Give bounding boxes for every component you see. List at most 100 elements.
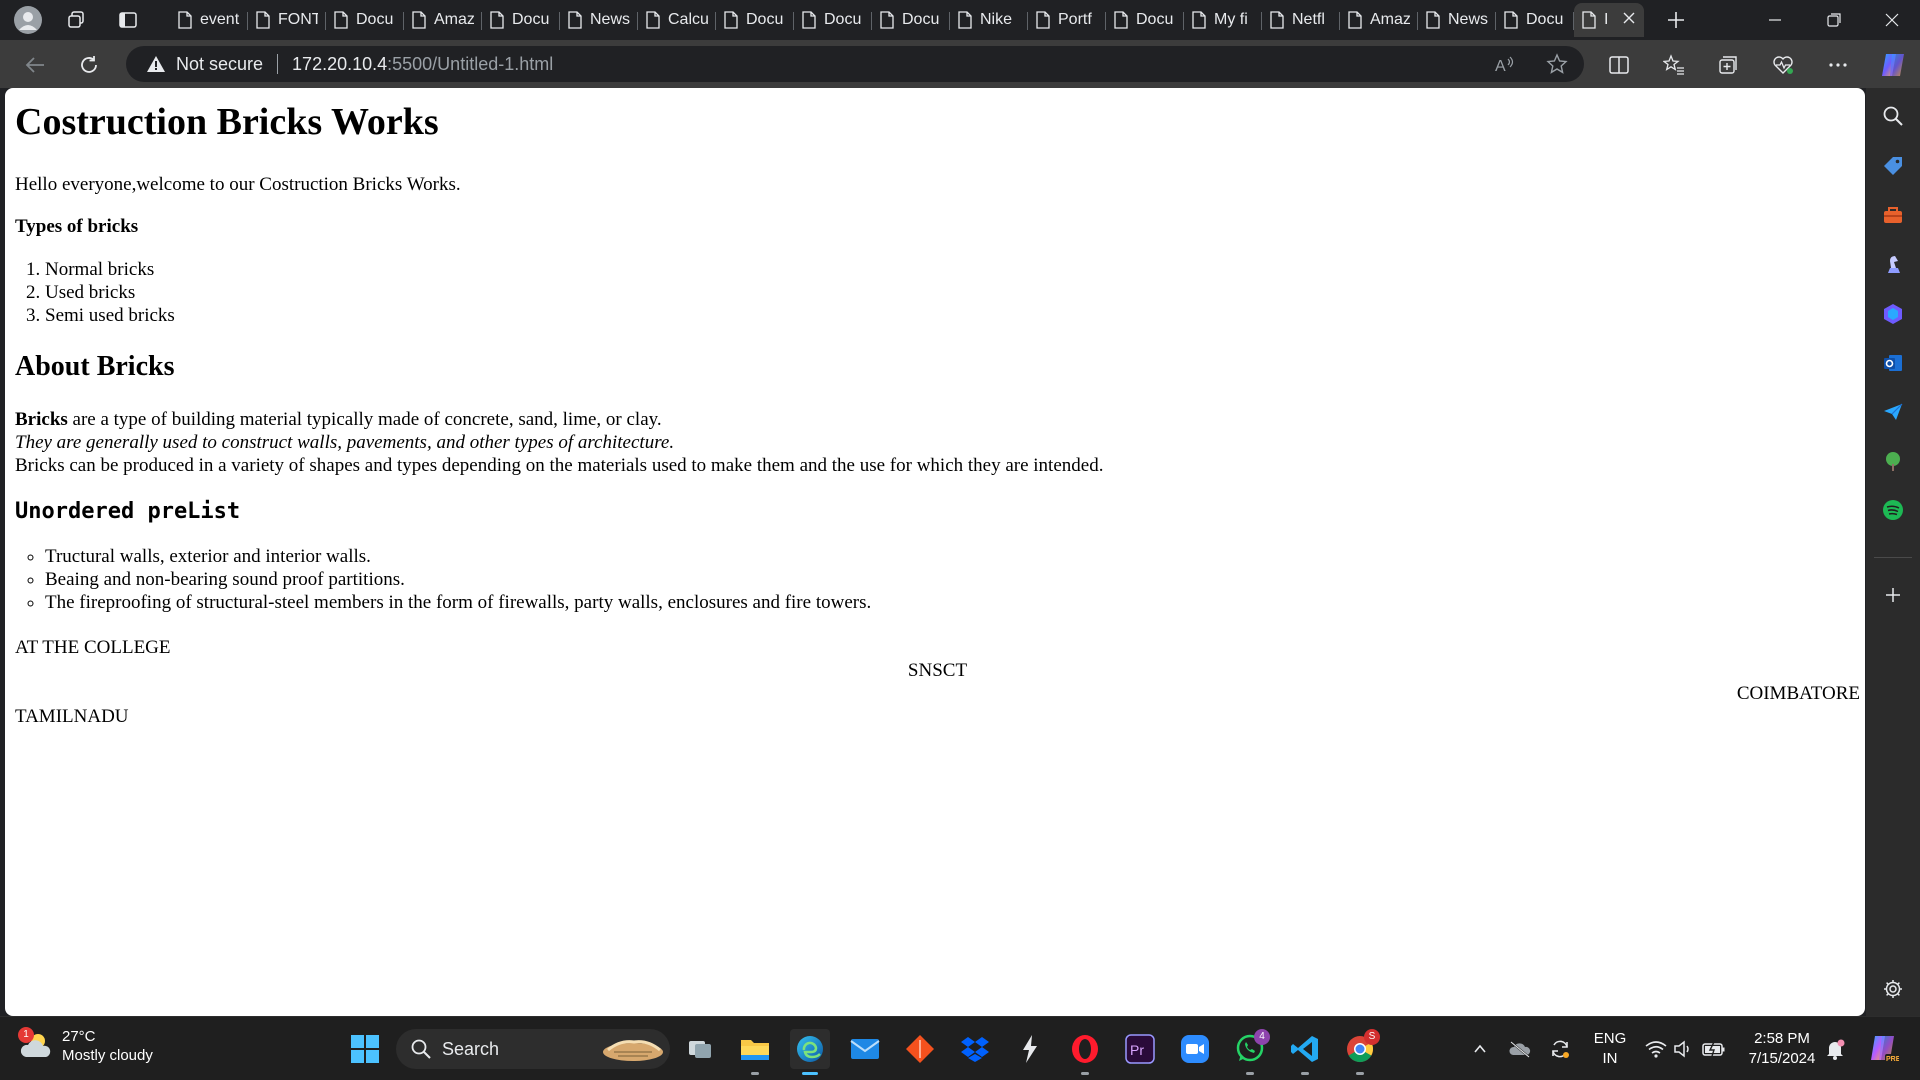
start-button[interactable]	[345, 1029, 385, 1069]
back-button[interactable]	[18, 48, 52, 82]
premiere-button[interactable]: Pr	[1120, 1029, 1160, 1069]
tab-1[interactable]: FONT	[248, 3, 326, 37]
onedrive-button[interactable]	[1508, 1037, 1532, 1061]
show-hidden-icons-button[interactable]	[1468, 1037, 1492, 1061]
read-aloud-button[interactable]: A	[1494, 53, 1516, 79]
copilot-taskbar-button[interactable]: PRE	[1866, 1031, 1900, 1065]
tab-10[interactable]: Nike	[950, 3, 1028, 37]
tab-3[interactable]: Amaz	[404, 3, 482, 37]
tab-13[interactable]: My fi	[1184, 3, 1262, 37]
browser-essentials-button[interactable]	[1766, 48, 1800, 82]
tab-2[interactable]: Docu	[326, 3, 404, 37]
sidebar-shopping-button[interactable]	[1877, 150, 1909, 182]
address-separator	[277, 54, 279, 74]
tab-list: event FONT Docu Amaz Docu News Calcu Docu Docu Do…	[170, 3, 1644, 37]
clock[interactable]: 2:58 PM 7/15/2024	[1742, 1029, 1822, 1069]
taskbar-search[interactable]: Search	[396, 1029, 670, 1069]
tab-label: I	[1604, 11, 1609, 28]
address-bar[interactable]: Not secure 172.20.10.4:5500/Untitled-1.h…	[126, 46, 1584, 82]
tab-14[interactable]: Netfl	[1262, 3, 1340, 37]
running-indicator	[1246, 1072, 1254, 1075]
whatsapp-button[interactable]: 4	[1230, 1029, 1270, 1075]
list-item: The fireproofing of structural-steel mem…	[45, 591, 871, 614]
git-app-button[interactable]	[900, 1029, 940, 1069]
chrome-button[interactable]: S	[1340, 1029, 1380, 1075]
notifications-button[interactable]	[1823, 1037, 1847, 1061]
close-tab-button[interactable]	[1620, 11, 1638, 29]
tab-label: FONT	[278, 11, 318, 28]
list-item: Used bricks	[45, 281, 175, 304]
tab-label: Amaz	[434, 11, 474, 28]
collections-icon	[1719, 56, 1737, 74]
battery-button[interactable]	[1702, 1037, 1726, 1061]
tab-6[interactable]: Calcu	[638, 3, 716, 37]
tab-label: event	[200, 11, 240, 28]
tab-label: Docu	[512, 11, 550, 28]
sidebar-settings-button[interactable]	[1877, 973, 1909, 1005]
profile-avatar[interactable]	[12, 4, 44, 36]
copilot-button[interactable]	[1876, 48, 1910, 82]
refresh-button[interactable]	[72, 48, 106, 82]
language-indicator[interactable]: ENG IN	[1592, 1029, 1628, 1069]
uses-list: Tructural walls, exterior and interior w…	[15, 545, 871, 614]
tab-0[interactable]: event	[170, 3, 248, 37]
stripe-app-button[interactable]	[1010, 1029, 1050, 1069]
sidebar-search-button[interactable]	[1877, 100, 1909, 132]
restore-button[interactable]	[1806, 0, 1862, 40]
edge-taskbar-button[interactable]	[790, 1029, 830, 1075]
tab-15[interactable]: Amaz	[1340, 3, 1418, 37]
settings-more-button[interactable]	[1821, 48, 1855, 82]
task-view-icon	[689, 1041, 711, 1058]
tab-5[interactable]: News	[560, 3, 638, 37]
workspaces-button[interactable]	[60, 4, 92, 36]
tab-11[interactable]: Portf	[1028, 3, 1106, 37]
task-view-button[interactable]	[680, 1029, 720, 1069]
sync-button[interactable]	[1548, 1037, 1572, 1061]
sidebar-copilot-app-button[interactable]	[1877, 298, 1909, 330]
cloud-offline-icon	[1509, 1041, 1531, 1058]
profile-icon	[14, 6, 42, 34]
site-info-button[interactable]: Not secure	[146, 54, 263, 75]
tab-label: Docu	[1136, 11, 1174, 28]
tab-label: Docu	[356, 11, 394, 28]
new-tab-button[interactable]	[1660, 4, 1692, 36]
favorite-star-button[interactable]	[1546, 53, 1568, 79]
sidebar-spotify-button[interactable]	[1877, 494, 1909, 526]
collections-button[interactable]	[1711, 48, 1745, 82]
sidebar-outlook-button[interactable]	[1877, 347, 1909, 379]
split-screen-button[interactable]	[1602, 48, 1636, 82]
sidebar-tree-button[interactable]	[1877, 445, 1909, 477]
weather-widget[interactable]: 1 27°C Mostly cloudy	[18, 1027, 153, 1065]
opera-button[interactable]	[1065, 1029, 1105, 1075]
tab-18[interactable]: I	[1574, 3, 1644, 37]
tab-actions-button[interactable]	[112, 4, 144, 36]
favorites-button[interactable]	[1657, 48, 1691, 82]
sidebar-games-button[interactable]	[1877, 248, 1909, 280]
brick-types-list: Normal bricks Used bricks Semi used bric…	[15, 258, 175, 327]
about-paragraph-line-3: Bricks can be produced in a variety of s…	[15, 455, 1104, 476]
mail-button[interactable]	[845, 1029, 885, 1069]
file-explorer-button[interactable]	[735, 1029, 775, 1075]
favorites-list-icon	[1663, 54, 1684, 75]
wifi-button[interactable]	[1644, 1037, 1668, 1061]
taskbar: 1 27°C Mostly cloudy Search Pr 4 S ENG I…	[0, 1016, 1920, 1080]
tab-4[interactable]: Docu	[482, 3, 560, 37]
url-path: :5500/Untitled-1.html	[387, 53, 554, 74]
sidebar-add-button[interactable]	[1877, 579, 1909, 611]
tab-17[interactable]: Docu	[1496, 3, 1574, 37]
tab-7[interactable]: Docu	[716, 3, 794, 37]
vscode-button[interactable]	[1285, 1029, 1325, 1075]
sidebar-tools-button[interactable]	[1877, 199, 1909, 231]
tab-12[interactable]: Docu	[1106, 3, 1184, 37]
volume-button[interactable]	[1672, 1037, 1696, 1061]
sidebar-send-button[interactable]	[1877, 396, 1909, 428]
tab-16[interactable]: News	[1418, 3, 1496, 37]
tab-9[interactable]: Docu	[872, 3, 950, 37]
tab-8[interactable]: Docu	[794, 3, 872, 37]
more-dots-icon	[1829, 63, 1847, 67]
minimize-button[interactable]	[1747, 0, 1803, 40]
close-window-button[interactable]	[1864, 0, 1920, 40]
dropbox-button[interactable]	[955, 1029, 995, 1069]
zoom-button[interactable]	[1175, 1029, 1215, 1069]
tab-label: Netfl	[1292, 11, 1325, 28]
